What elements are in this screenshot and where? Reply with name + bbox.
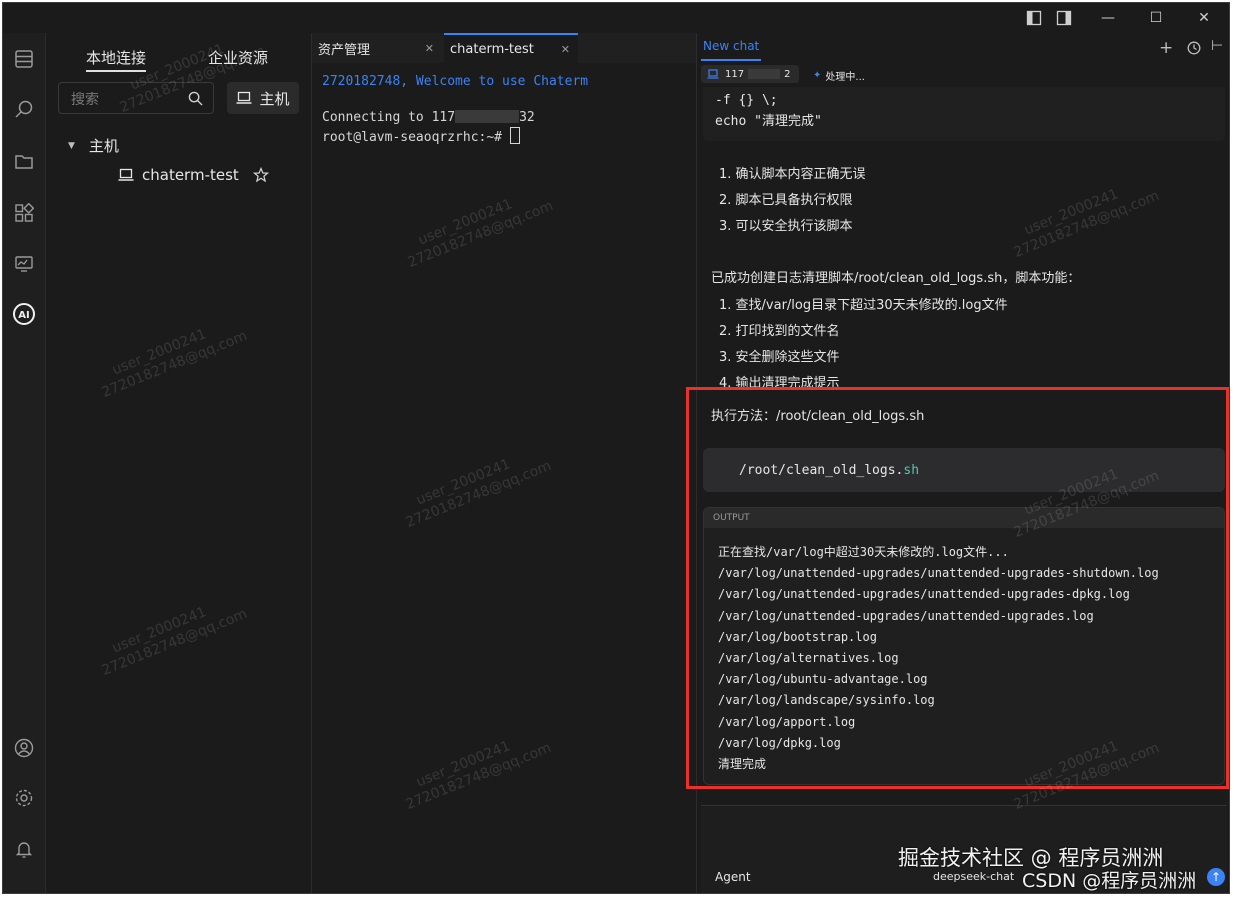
host-chip-suffix: 2 [784, 68, 791, 80]
star-icon[interactable] [252, 167, 269, 183]
close-button[interactable]: ✕ [1181, 3, 1227, 33]
tree-root-hosts[interactable]: ▼ 主机 [68, 135, 119, 156]
feature-list: 1. 查找/var/log目录下超过30天未修改的.log文件 2. 打印找到的… [719, 293, 1008, 397]
welcome-line: 2720182748, Welcome to use Chaterm [322, 74, 589, 89]
tab-chaterm-test[interactable]: chaterm-test ✕ [444, 33, 578, 63]
files-icon[interactable] [12, 47, 36, 71]
connecting-line: Connecting to 117 32 [322, 110, 535, 125]
chat-tab-bar: New chat + ⊢ [697, 33, 1229, 61]
close-icon[interactable]: ✕ [425, 42, 434, 55]
terminal-panel: 资产管理 ✕ chaterm-test ✕ 2720182748, Welcom… [312, 33, 697, 893]
tree-item-chaterm-test[interactable]: chaterm-test [118, 166, 269, 184]
laptop-icon [707, 69, 719, 79]
list-item: 2. 打印找到的文件名 [719, 324, 840, 339]
tab-label: 资产管理 [318, 42, 371, 58]
add-chat-icon[interactable]: + [1159, 38, 1173, 58]
gear-icon[interactable] [12, 786, 36, 810]
laptop-icon [236, 91, 252, 104]
host-chip[interactable]: 117 2 [701, 65, 799, 83]
code-line: echo "清理完成" [715, 114, 822, 129]
bell-icon[interactable] [12, 837, 36, 861]
minimize-button[interactable]: — [1085, 3, 1131, 33]
panel-left-icon[interactable] [1019, 3, 1049, 33]
ai-icon[interactable]: AI [12, 302, 36, 326]
collapse-panel-icon[interactable]: ⊢ [1211, 38, 1223, 54]
checklist: 1. 确认脚本内容正确无误 2. 脚本已具备执行权限 3. 可以安全执行该脚本 [719, 162, 866, 240]
monitor-icon[interactable] [12, 252, 36, 276]
tab-new-chat[interactable]: New chat [701, 33, 762, 61]
list-item: 3. 可以安全执行该脚本 [719, 219, 853, 234]
terminal-tab-bar: 资产管理 ✕ chaterm-test ✕ [312, 33, 696, 63]
host-button[interactable]: 主机 [227, 82, 299, 114]
host-button-label: 主机 [259, 89, 290, 108]
activity-bar: AI [3, 33, 46, 893]
search-input[interactable]: 搜索 [58, 82, 214, 114]
tab-asset-management[interactable]: 资产管理 ✕ [312, 33, 442, 63]
mode-selector[interactable]: Agent [715, 870, 751, 884]
prompt-line: root@lavm-seaoqrzrhc:~# [322, 130, 510, 145]
title-bar: — ☐ ✕ [3, 3, 1229, 33]
laptop-icon [118, 168, 134, 181]
terminal-cursor [509, 127, 520, 144]
list-item: 1. 确认脚本内容正确无误 [719, 167, 866, 182]
summary-text: 已成功创建日志清理脚本/root/clean_old_logs.sh，脚本功能： [711, 271, 1081, 286]
panel-right-icon[interactable] [1049, 3, 1079, 33]
search-placeholder: 搜索 [71, 92, 99, 108]
history-icon[interactable] [1187, 41, 1201, 55]
svg-text:AI: AI [18, 310, 29, 321]
tree-item-label: chaterm-test [142, 166, 239, 184]
close-icon[interactable]: ✕ [561, 43, 570, 56]
host-sidebar: 本地连接 企业资源 搜索 主机 ▼ 主机 chaterm-test [46, 33, 312, 893]
search-icon [188, 91, 203, 106]
highlight-box [686, 387, 1229, 789]
folder-icon[interactable] [12, 149, 36, 173]
caret-down-icon: ▼ [68, 140, 75, 151]
search-icon[interactable] [12, 97, 36, 121]
code-block: -f {} \; echo "清理完成" [703, 87, 1225, 141]
tab-enterprise-resources[interactable]: 企业资源 [208, 47, 268, 68]
terminal-output[interactable]: 2720182748, Welcome to use Chaterm Conne… [322, 73, 588, 147]
tab-local-connections[interactable]: 本地连接 [86, 47, 147, 72]
code-line: -f {} \; [715, 93, 778, 108]
status-label: 处理中... [825, 72, 865, 83]
list-item: 3. 安全删除这些文件 [719, 350, 840, 365]
tree-root-label: 主机 [88, 137, 119, 155]
status-chip: ✦ 处理中... [813, 68, 865, 83]
maximize-button[interactable]: ☐ [1133, 3, 1179, 33]
apps-icon[interactable] [12, 201, 36, 225]
list-item: 2. 脚本已具备执行权限 [719, 193, 853, 208]
list-item: 1. 查找/var/log目录下超过30天未修改的.log文件 [719, 298, 1008, 313]
brand-watermark-csdn: CSDN @程序员洲洲 [1022, 870, 1197, 892]
send-button[interactable]: ↑ [1207, 868, 1225, 886]
pin-icon: ✦ [813, 70, 822, 81]
host-chip-label: 117 [725, 68, 745, 80]
tab-label: chaterm-test [450, 41, 534, 57]
user-icon[interactable] [12, 736, 36, 760]
